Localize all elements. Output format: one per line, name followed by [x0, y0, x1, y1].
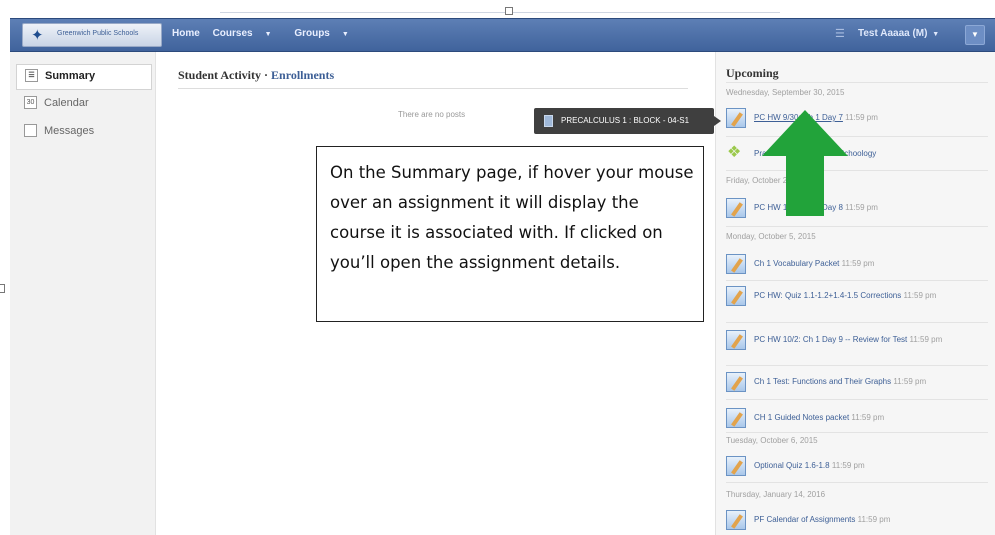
- assignment-time: 11:59 pm: [851, 413, 885, 422]
- left-sidebar: ☰ Summary 30 Calendar Messages: [10, 52, 156, 535]
- window-edge-handle[interactable]: [0, 284, 5, 293]
- nav-groups[interactable]: Groups ▼: [294, 28, 359, 39]
- divider: [726, 280, 988, 281]
- sidebar-item-messages[interactable]: Messages: [16, 120, 152, 146]
- assignment-icon: [726, 198, 746, 218]
- assignment-time: 11:59 pm: [841, 259, 875, 268]
- assignment-icon: [726, 456, 746, 476]
- green-up-arrow-icon: [762, 110, 848, 216]
- divider: [178, 88, 688, 89]
- summary-icon: ☰: [25, 69, 38, 82]
- user-name: Test Aaaaa (M): [858, 28, 928, 39]
- assignment-icon: [726, 254, 746, 274]
- assignment-time: 11:59 pm: [831, 461, 865, 470]
- school-logo[interactable]: ✦ Greenwich Public Schools: [22, 23, 162, 47]
- calendar-icon: 30: [24, 96, 37, 109]
- empty-state-text: There are no posts: [398, 110, 466, 119]
- assignment-name[interactable]: Ch 1 Vocabulary Packet: [754, 259, 839, 268]
- assignment-time: 11:59 pm: [893, 377, 927, 386]
- sidebar-item-label: Calendar: [44, 97, 89, 109]
- window-resize-handle[interactable]: [505, 7, 513, 15]
- assignment-icon: [726, 330, 746, 350]
- course-tooltip: PRECALCULUS 1 : BLOCK - 04-S1: [534, 108, 721, 134]
- nav-groups-label: Groups: [294, 28, 330, 39]
- chevron-down-icon: ▼: [341, 31, 349, 38]
- assignment-name[interactable]: Optional Quiz 1.6-1.8: [754, 461, 830, 470]
- assignment-time: 11:59 pm: [903, 291, 937, 300]
- nav-courses[interactable]: Courses ▼: [213, 28, 282, 39]
- divider: [726, 482, 988, 483]
- tab-separator: ·: [261, 68, 272, 82]
- assignment-name[interactable]: Ch 1 Test: Functions and Their Graphs: [754, 377, 891, 386]
- annotation-callout: On the Summary page, if hover your mouse…: [316, 146, 704, 322]
- sidebar-item-summary[interactable]: ☰ Summary: [16, 64, 152, 90]
- tab-enrollments[interactable]: Enrollments: [271, 68, 334, 82]
- window-top-line: [220, 12, 780, 13]
- divider: [726, 322, 988, 323]
- nav-courses-label: Courses: [212, 28, 253, 39]
- assignment-time: 11:59 pm: [845, 203, 878, 212]
- assignment-name[interactable]: PF Calendar of Assignments: [754, 515, 855, 524]
- divider: [726, 432, 988, 433]
- logo-emblem-icon: ✦: [31, 27, 44, 44]
- notifications-icon[interactable]: ☰: [835, 27, 845, 40]
- assignment-name[interactable]: PC HW 10/2: Ch 1 Day 9 -- Review for Tes…: [754, 335, 907, 344]
- assignment-time: 11:59 pm: [857, 515, 891, 524]
- divider: [726, 82, 988, 83]
- chevron-down-icon: ▼: [932, 31, 940, 38]
- assignment-icon: [726, 408, 746, 428]
- assignment-icon: [726, 286, 746, 306]
- assignment-time: 11:59 pm: [845, 113, 878, 122]
- divider: [726, 226, 988, 227]
- messages-icon: [24, 124, 37, 137]
- chevron-down-icon: ▼: [264, 31, 272, 38]
- date-header: Wednesday, September 30, 2015: [726, 88, 845, 97]
- account-dropdown-button[interactable]: ▼: [965, 25, 985, 45]
- callout-text: On the Summary page, if hover your mouse…: [330, 163, 694, 272]
- logo-text: Greenwich Public Schools: [57, 30, 139, 37]
- assignment-name[interactable]: CH 1 Guided Notes packet: [754, 413, 849, 422]
- upcoming-panel: Upcoming Wednesday, September 30, 2015 P…: [715, 52, 995, 535]
- divider: [726, 365, 988, 366]
- sidebar-item-label: Messages: [44, 125, 95, 137]
- tooltip-text: PRECALCULUS 1 : BLOCK - 04-S1: [561, 116, 690, 125]
- main-nav: Home Courses ▼ Groups ▼: [172, 28, 369, 39]
- date-header: Monday, October 5, 2015: [726, 232, 816, 241]
- date-header: Tuesday, October 6, 2015: [726, 436, 818, 445]
- main-header: Student Activity · Enrollments: [178, 68, 334, 83]
- sidebar-item-calendar[interactable]: 30 Calendar: [16, 92, 152, 118]
- upcoming-title: Upcoming: [726, 66, 779, 80]
- course-book-icon: [544, 115, 553, 127]
- divider: [726, 399, 988, 400]
- assignment-time: 11:59 pm: [909, 335, 943, 344]
- user-menu[interactable]: Test Aaaaa (M) ▼: [858, 28, 939, 39]
- date-header: Thursday, January 14, 2016: [726, 490, 826, 499]
- assignment-icon: [726, 510, 746, 530]
- assignment-icon: [726, 108, 746, 128]
- assignment-icon: [726, 372, 746, 392]
- sidebar-item-label: Summary: [45, 70, 96, 82]
- puzzle-piece-icon: ❖: [727, 144, 742, 161]
- nav-home[interactable]: Home: [172, 28, 200, 39]
- assignment-name[interactable]: PC HW: Quiz 1.1-1.2+1.4-1.5 Corrections: [754, 291, 901, 300]
- tab-student-activity[interactable]: Student Activity: [178, 68, 261, 82]
- top-navigation-bar: ✦ Greenwich Public Schools Home Courses ▼…: [10, 18, 995, 52]
